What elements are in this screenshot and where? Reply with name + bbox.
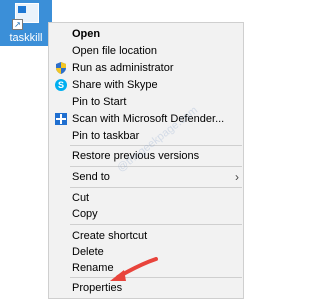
menu-separator	[70, 187, 242, 188]
menu-item-label: Send to	[72, 171, 110, 183]
defender-icon	[55, 113, 67, 125]
skype-icon: S	[55, 79, 67, 91]
menu-item-send-to[interactable]: Send to ›	[49, 168, 243, 187]
chevron-right-icon: ›	[235, 170, 239, 184]
menu-item-copy[interactable]: Copy	[49, 205, 243, 224]
svg-text:S: S	[58, 80, 64, 90]
menu-separator	[70, 224, 242, 225]
red-arrow-annotation	[110, 257, 158, 281]
menu-separator	[70, 166, 242, 167]
menu-item-label: Copy	[72, 208, 98, 220]
menu-item-label: Pin to taskbar	[72, 130, 140, 142]
desktop-icon-label: taskkill	[9, 32, 43, 44]
shortcut-arrow-icon: ↗	[12, 19, 23, 30]
uac-shield-icon	[56, 62, 66, 74]
desktop-shortcut-taskkill[interactable]: ↗ taskkill	[0, 0, 52, 46]
